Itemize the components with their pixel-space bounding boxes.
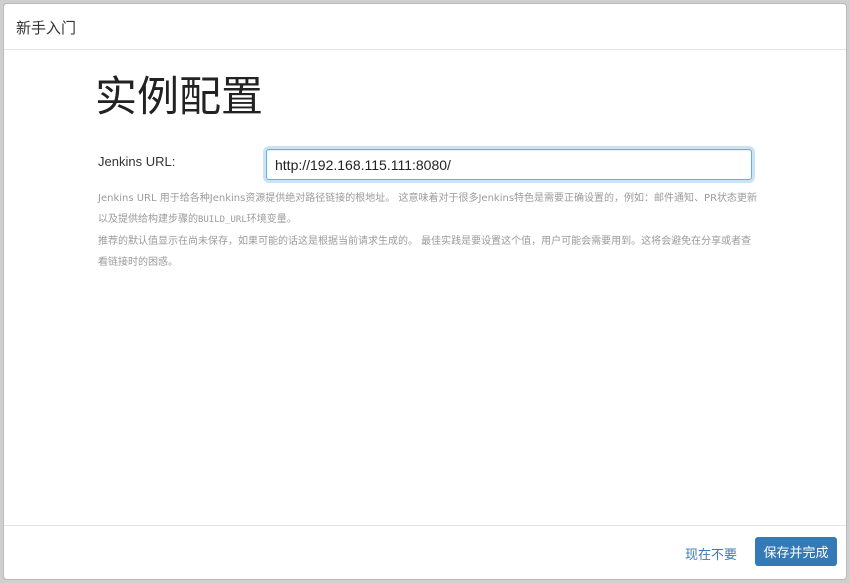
dialog-header: 新手入门 bbox=[4, 4, 846, 50]
dialog-footer: 现在不要 保存并完成 bbox=[4, 525, 846, 579]
jenkins-url-label: Jenkins URL: bbox=[98, 154, 176, 169]
setup-dialog: 新手入门 实例配置 Jenkins URL: Jenkins URL 用于给各种… bbox=[3, 3, 847, 580]
dialog-title: 新手入门 bbox=[16, 19, 77, 37]
save-and-finish-button[interactable]: 保存并完成 bbox=[755, 537, 837, 566]
help-text: Jenkins URL 用于给各种Jenkins资源提供绝对路径链接的根地址。 … bbox=[98, 188, 758, 273]
help-text-1: Jenkins URL 用于给各种Jenkins资源提供绝对路径链接的根地址。 … bbox=[98, 193, 758, 225]
help-paragraph-1: Jenkins URL 用于给各种Jenkins资源提供绝对路径链接的根地址。 … bbox=[98, 188, 758, 231]
help-text-2-emphasis: 尚未保存 bbox=[188, 236, 228, 247]
jenkins-url-input[interactable] bbox=[266, 149, 752, 180]
help-text-2a: 推荐的默认值显示在 bbox=[98, 236, 188, 247]
page-title: 实例配置 bbox=[95, 72, 264, 121]
help-text-1-end: 环境变量。 bbox=[246, 214, 297, 225]
help-paragraph-2: 推荐的默认值显示在尚未保存，如果可能的话这是根据当前请求生成的。 最佳实践是要设… bbox=[98, 231, 758, 273]
build-url-code: BUILD_URL bbox=[198, 215, 247, 225]
skip-link[interactable]: 现在不要 bbox=[685, 544, 737, 563]
